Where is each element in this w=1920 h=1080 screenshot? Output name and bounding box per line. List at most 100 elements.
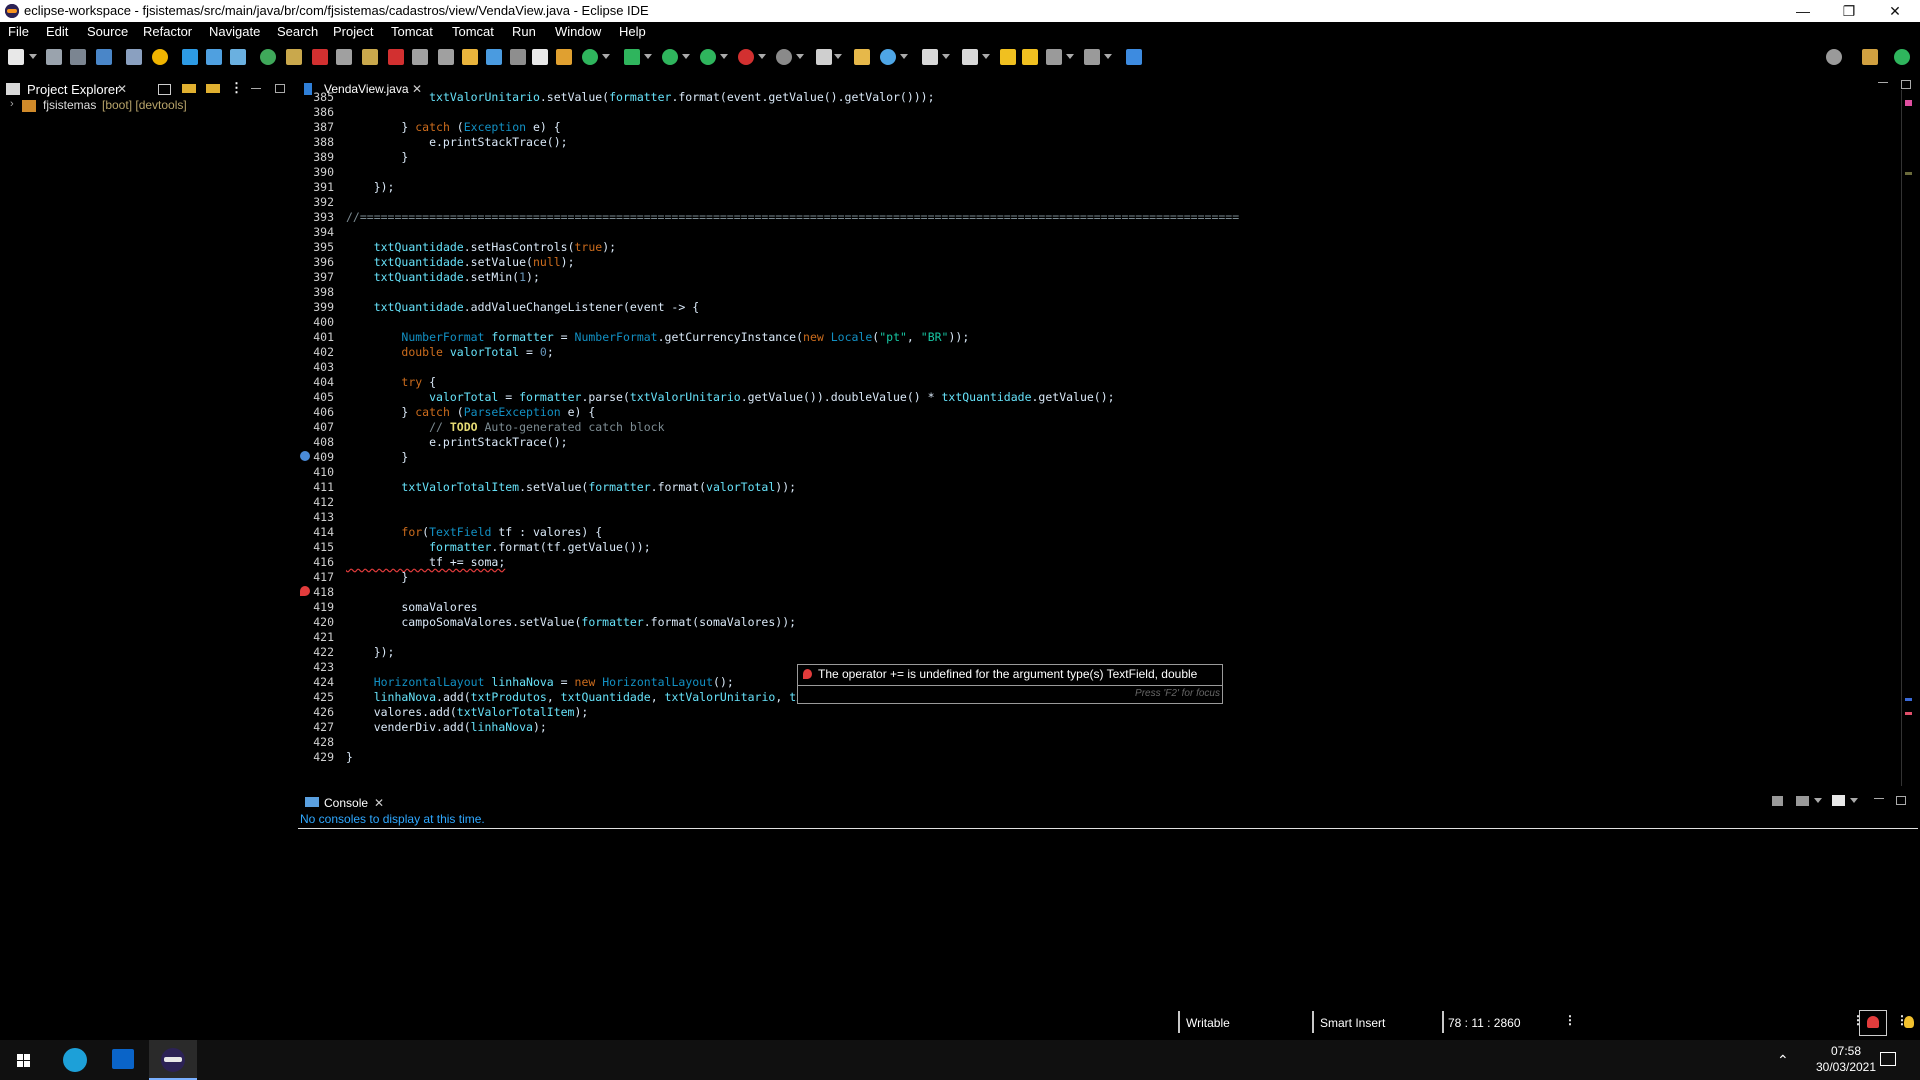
overview-error-mark[interactable]	[1905, 100, 1912, 106]
code-line[interactable]: txtQuantidade.addValueChangeListener(eve…	[346, 300, 699, 314]
block-select-icon[interactable]	[510, 49, 526, 65]
cursor-position-status[interactable]: 78 : 11 : 2860	[1448, 1016, 1521, 1030]
menu-search[interactable]: Search	[277, 24, 318, 39]
skip-breakpoints-icon[interactable]	[286, 49, 302, 65]
line-number[interactable]: 409	[298, 450, 334, 464]
line-number[interactable]: 408	[298, 435, 334, 449]
line-number[interactable]: 419	[298, 600, 334, 614]
toggle-breadcrumb-icon[interactable]	[126, 49, 142, 65]
line-number[interactable]: 412	[298, 495, 334, 509]
debug-icon[interactable]	[624, 49, 640, 65]
annotation-icon[interactable]	[922, 49, 938, 65]
tomcat-restart-icon[interactable]	[412, 49, 428, 65]
clock-time[interactable]: 07:58	[1818, 1044, 1874, 1058]
overview-error-mark-2[interactable]	[1905, 712, 1912, 715]
forward-icon[interactable]	[1084, 49, 1100, 65]
code-line[interactable]: txtQuantidade.setValue(null);	[346, 255, 575, 269]
filter-icon[interactable]	[182, 49, 198, 65]
menu-help[interactable]: Help	[619, 24, 646, 39]
code-line[interactable]: campoSomaValores.setValue(formatter.form…	[346, 615, 796, 629]
run-dropdown-icon[interactable]	[682, 54, 690, 59]
close-window-button[interactable]: ✕	[1872, 0, 1918, 22]
line-number[interactable]: 389	[298, 150, 334, 164]
line-number[interactable]: 414	[298, 525, 334, 539]
search-toolbar-icon[interactable]	[880, 49, 896, 65]
grid-icon[interactable]	[206, 49, 222, 65]
vertical-scrollbar[interactable]	[1901, 90, 1902, 786]
minimize-button[interactable]: —	[1780, 0, 1826, 22]
project-tree-item[interactable]: › fjsistemas [boot] [devtools]	[0, 98, 296, 116]
server-dropdown-icon[interactable]	[796, 54, 804, 59]
code-line[interactable]: txtQuantidade.setHasControls(true);	[346, 240, 616, 254]
new-dropdown-icon[interactable]	[29, 54, 37, 59]
coverage-dropdown-icon[interactable]	[720, 54, 728, 59]
line-number[interactable]: 398	[298, 285, 334, 299]
line-number[interactable]: 397	[298, 270, 334, 284]
line-number[interactable]: 413	[298, 510, 334, 524]
previous-edit-icon[interactable]	[962, 49, 978, 65]
link-editor-icon[interactable]	[182, 84, 196, 93]
system-tray-chevron-icon[interactable]: ⌃	[1777, 1052, 1789, 1069]
coverage-icon[interactable]	[700, 49, 716, 65]
line-number[interactable]: 410	[298, 465, 334, 479]
back-icon[interactable]	[1046, 49, 1062, 65]
outlook-taskbar-button[interactable]	[100, 1040, 148, 1080]
code-line[interactable]: });	[346, 645, 395, 659]
open-console-icon[interactable]	[1832, 795, 1845, 806]
open-folder-icon[interactable]	[854, 49, 870, 65]
code-line[interactable]: e.printStackTrace();	[346, 435, 567, 449]
action-center-icon[interactable]	[1880, 1052, 1896, 1066]
line-number[interactable]: 391	[298, 180, 334, 194]
maximize-editor-area-icon[interactable]	[1901, 80, 1911, 89]
status-menu-icon[interactable]: ⋮	[1564, 1013, 1576, 1027]
terminal-icon[interactable]	[96, 49, 112, 65]
line-number[interactable]: 401	[298, 330, 334, 344]
edge-taskbar-button[interactable]	[51, 1040, 99, 1080]
menu-window[interactable]: Window	[555, 24, 601, 39]
word-wrap-icon[interactable]	[486, 49, 502, 65]
external-tools-dropdown-icon[interactable]	[758, 54, 766, 59]
menu-run[interactable]: Run	[512, 24, 536, 39]
code-line[interactable]: double valorTotal = 0;	[346, 345, 553, 359]
debug-dropdown-icon[interactable]	[644, 54, 652, 59]
code-line[interactable]: HorizontalLayout linhaNova = new Horizon…	[346, 675, 734, 689]
prev-annotation-icon[interactable]	[1000, 49, 1016, 65]
overview-warning-mark[interactable]	[1905, 172, 1912, 175]
line-number[interactable]: 418	[298, 585, 334, 599]
tomcat-stop-icon[interactable]	[388, 49, 404, 65]
line-number[interactable]: 426	[298, 705, 334, 719]
code-line[interactable]: }	[346, 570, 408, 584]
previous-edit-dropdown-icon[interactable]	[982, 54, 990, 59]
open-perspective-icon[interactable]	[1862, 49, 1878, 65]
line-number[interactable]: 405	[298, 390, 334, 404]
code-line[interactable]: });	[346, 180, 395, 194]
code-line[interactable]: txtQuantidade.setMin(1);	[346, 270, 540, 284]
line-number[interactable]: 407	[298, 420, 334, 434]
close-console-icon[interactable]: ✕	[374, 796, 384, 810]
line-number[interactable]: 388	[298, 135, 334, 149]
annotation-dropdown-icon[interactable]	[942, 54, 950, 59]
code-line[interactable]: try {	[346, 375, 436, 389]
menu-source[interactable]: Source	[87, 24, 128, 39]
error-tooltip[interactable]: The operator += is undefined for the arg…	[797, 664, 1223, 704]
pin-dropdown-icon[interactable]	[834, 54, 842, 59]
clock-date[interactable]: 30/03/2021	[1810, 1060, 1882, 1074]
line-number[interactable]: 422	[298, 645, 334, 659]
minimize-console-icon[interactable]	[1874, 798, 1884, 799]
menu-edit[interactable]: Edit	[46, 24, 68, 39]
line-number[interactable]: 427	[298, 720, 334, 734]
line-number[interactable]: 400	[298, 315, 334, 329]
start-button[interactable]	[0, 1040, 48, 1080]
maximize-view-icon[interactable]	[275, 84, 285, 93]
menu-refactor[interactable]: Refactor	[143, 24, 192, 39]
minimize-editor-icon[interactable]	[1878, 82, 1888, 83]
search-dropdown-icon[interactable]	[900, 54, 908, 59]
eclipse-taskbar-button[interactable]	[149, 1040, 197, 1080]
menu-tomcat[interactable]: Tomcat	[391, 24, 433, 39]
forward-dropdown-icon[interactable]	[1104, 54, 1112, 59]
line-number[interactable]: 404	[298, 375, 334, 389]
menu-file[interactable]: File	[8, 24, 29, 39]
line-number[interactable]: 429	[298, 750, 334, 764]
menu-project[interactable]: Project	[333, 24, 373, 39]
tools-icon[interactable]	[336, 49, 352, 65]
